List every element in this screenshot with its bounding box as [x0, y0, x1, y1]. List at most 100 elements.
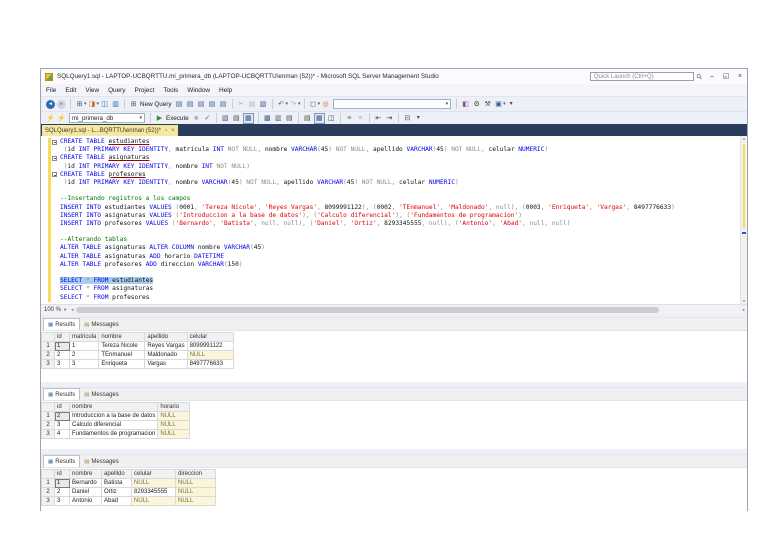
find-combobox[interactable]: ▾: [333, 99, 451, 109]
results-to-file-icon[interactable]: ◫: [327, 113, 336, 124]
grid-column-header[interactable]: horario: [158, 403, 190, 412]
row-number-cell[interactable]: 3: [42, 430, 55, 439]
code-line[interactable]: INSERT INTO estudiantes VALUES (0001, 'T…: [60, 204, 739, 212]
results-grid[interactable]: idnombreapellidocelulardireccion11Bernar…: [41, 469, 216, 506]
navigate-forward-icon[interactable]: ►: [57, 100, 66, 109]
pin-tab-icon[interactable]: ▫: [165, 128, 167, 134]
grid-cell[interactable]: Enriqueta: [99, 360, 145, 369]
close-button[interactable]: ×: [733, 69, 747, 84]
scroll-up-icon[interactable]: ▴: [741, 136, 747, 142]
document-tab-active[interactable]: SQLQuery1.sql - L...BQRTTU\enman (52))* …: [42, 125, 178, 136]
grid-cell[interactable]: 3: [55, 497, 70, 506]
row-number-cell[interactable]: 2: [42, 488, 55, 497]
zoom-control[interactable]: 100 % ▾: [41, 307, 69, 313]
execute-button[interactable]: Execute: [166, 115, 189, 122]
menu-project[interactable]: Project: [134, 87, 154, 94]
grid-cell[interactable]: Batista: [102, 479, 132, 488]
scroll-right-icon[interactable]: ▸: [741, 307, 747, 313]
code-line[interactable]: (id INT PRIMARY KEY IDENTITY, matricula …: [60, 146, 739, 154]
grid-cell[interactable]: Maldonado: [145, 351, 187, 360]
code-line[interactable]: ALTER TABLE asignaturas ALTER COLUMN nom…: [60, 244, 739, 252]
search-icon[interactable]: ⚲: [695, 72, 704, 81]
grid-column-header[interactable]: apellido: [102, 470, 132, 479]
code-line[interactable]: INSERT INTO profesores VALUES ('Bernardo…: [60, 220, 739, 228]
editor-horizontal-scrollbar[interactable]: [76, 307, 739, 313]
fold-collapse-icon[interactable]: [52, 172, 57, 177]
grid-cell[interactable]: 1: [55, 342, 70, 351]
available-databases-combobox[interactable]: mi_primera_db ▾: [69, 113, 145, 123]
grid-cell[interactable]: Fundamentos de programacion: [70, 430, 158, 439]
grid-cell[interactable]: 2: [55, 488, 70, 497]
cancel-query-icon[interactable]: ■: [192, 113, 201, 124]
close-tab-icon[interactable]: ×: [171, 128, 175, 134]
code-line[interactable]: --Alterando tablas: [60, 236, 739, 244]
properties-wrench-icon[interactable]: ⚙: [472, 99, 481, 110]
grid-cell[interactable]: 1: [55, 479, 70, 488]
grid-cell[interactable]: 2: [55, 412, 70, 421]
copy-icon[interactable]: ▤: [248, 99, 257, 110]
cut-icon[interactable]: ✂: [237, 99, 246, 110]
new-mdx-query-icon[interactable]: ▤: [186, 99, 195, 110]
code-line[interactable]: CREATE TABLE asignaturas: [60, 154, 739, 162]
change-connection-icon[interactable]: ⚡: [57, 113, 66, 124]
paste-icon[interactable]: ▧: [259, 99, 268, 110]
menu-help[interactable]: Help: [219, 87, 232, 94]
grid-column-header[interactable]: celular: [187, 333, 233, 342]
fold-collapse-icon[interactable]: [52, 156, 57, 161]
query-options-icon[interactable]: ▤: [232, 113, 241, 124]
parse-icon[interactable]: ✓: [203, 113, 212, 124]
menu-view[interactable]: View: [85, 87, 99, 94]
include-live-query-stats-icon[interactable]: ▥: [274, 113, 283, 124]
messages-tab[interactable]: ▤ Messages: [80, 456, 123, 467]
find-icon[interactable]: ◎: [321, 99, 330, 110]
grid-cell[interactable]: NULL: [132, 497, 176, 506]
connect-icon[interactable]: ⚡: [46, 113, 55, 124]
code-line[interactable]: (id INT PRIMARY KEY IDENTITY, nombre INT…: [60, 163, 739, 171]
grid-column-header[interactable]: direccion: [176, 470, 216, 479]
results-grid[interactable]: idmatriculanombreapellidocelular111Terez…: [41, 332, 234, 369]
grid-cell[interactable]: NULL: [158, 421, 190, 430]
increase-indent-icon[interactable]: ⇥: [385, 113, 394, 124]
grid-cell[interactable]: Bernardo: [70, 479, 102, 488]
include-client-statistics-icon[interactable]: ▤: [285, 113, 294, 124]
registered-servers-icon[interactable]: ◧: [461, 99, 470, 110]
new-query-button[interactable]: New Query: [140, 101, 172, 108]
grid-cell[interactable]: NULL: [187, 351, 233, 360]
horizontal-scroll-thumb[interactable]: [76, 307, 660, 313]
results-to-grid-icon[interactable]: ▦: [243, 113, 254, 124]
grid-cell[interactable]: 3: [55, 421, 70, 430]
editor-code[interactable]: CREATE TABLE estudiantes (id INT PRIMARY…: [60, 138, 739, 302]
grid-cell[interactable]: 3: [70, 360, 99, 369]
messages-tab[interactable]: ▤ Messages: [80, 319, 123, 330]
results-tab[interactable]: ▦ Results: [43, 455, 80, 467]
grid-cell[interactable]: NULL: [158, 430, 190, 439]
grid-cell[interactable]: Daniel: [70, 488, 102, 497]
grid-column-header[interactable]: nombre: [70, 470, 102, 479]
row-number-cell[interactable]: 1: [42, 412, 55, 421]
comment-selection-icon[interactable]: ≡: [345, 113, 354, 124]
grid-cell[interactable]: Tereza Nicole: [99, 342, 145, 351]
grid-column-header[interactable]: id: [55, 470, 70, 479]
results-to-grid-toggle-icon[interactable]: ▦: [314, 113, 325, 124]
results-tab[interactable]: ▦ Results: [43, 388, 80, 400]
open-file-dropdown-icon[interactable]: ▾: [97, 101, 100, 107]
new-file-icon[interactable]: ⊞: [75, 99, 84, 110]
redo-dropdown-icon[interactable]: ▾: [298, 101, 301, 107]
results-tab[interactable]: ▦ Results: [43, 318, 80, 330]
grid-cell[interactable]: NULL: [158, 412, 190, 421]
grid-column-header[interactable]: celular: [132, 470, 176, 479]
object-explorer-dropdown-icon[interactable]: ▾: [503, 101, 506, 107]
code-line[interactable]: ALTER TABLE profesores ADD direccion VAR…: [60, 261, 739, 269]
code-line[interactable]: SELECT * FROM profesores: [60, 294, 739, 302]
grid-column-header[interactable]: id: [55, 403, 70, 412]
editor-vertical-scrollbar[interactable]: ▴ ▾: [740, 136, 747, 304]
grid-cell[interactable]: TEnmanuel: [99, 351, 145, 360]
grid-column-header[interactable]: apellido: [145, 333, 187, 342]
menu-window[interactable]: Window: [187, 87, 210, 94]
row-number-cell[interactable]: 1: [42, 342, 55, 351]
undo-icon[interactable]: ↶: [277, 99, 286, 110]
grid-column-header[interactable]: matricula: [70, 333, 99, 342]
menu-tools[interactable]: Tools: [163, 87, 178, 94]
fold-collapse-icon[interactable]: [52, 140, 57, 145]
new-database-engine-query-icon[interactable]: ▤: [175, 99, 184, 110]
